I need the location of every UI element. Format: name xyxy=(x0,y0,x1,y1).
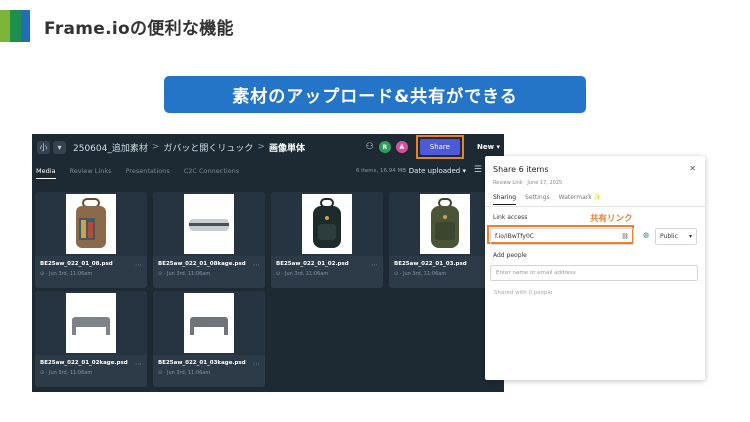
thumbnail xyxy=(153,192,265,256)
add-people-label: Add people xyxy=(493,252,527,259)
tab-presentations[interactable]: Presentations xyxy=(126,167,170,179)
file-meta: ⊙ · Jun 3rd, 11:06am xyxy=(40,271,93,277)
file-name: BE25aw_022_01_03kage.psd xyxy=(158,360,246,366)
thumbnail xyxy=(153,291,265,355)
file-name: BE25aw_022_01_08kage.psd xyxy=(158,261,246,267)
slide-title: Frame.ioの便利な機能 xyxy=(44,19,234,39)
list-view-icon[interactable]: ☰ xyxy=(474,165,482,175)
avatar[interactable]: R xyxy=(378,141,391,153)
share-button[interactable]: Share xyxy=(419,139,460,155)
share-link-field[interactable]: f.io/IBwTfy0C ⛓ xyxy=(490,228,634,245)
accent-bar-green xyxy=(0,10,10,42)
file-date: Jun 3rd, 11:06am xyxy=(166,370,211,376)
file-meta: ⊙ · Jun 3rd, 11:06am xyxy=(40,370,93,376)
tab-media[interactable]: Media xyxy=(36,167,56,179)
link-icon[interactable]: ⛓ xyxy=(621,233,629,240)
file-name: BE25aw_022_01_02kage.psd xyxy=(40,360,128,366)
file-name: BE25aw_022_01_08.psd xyxy=(40,261,113,267)
breadcrumb-separator: > xyxy=(151,142,160,152)
file-card[interactable]: BE25aw_022_01_03kage.psd ⊙ · Jun 3rd, 11… xyxy=(153,291,265,387)
file-meta: ⊙ · Jun 3rd, 11:06am xyxy=(158,271,211,277)
thumbnail xyxy=(35,192,147,256)
file-date: Jun 3rd, 11:06am xyxy=(48,271,93,277)
more-options-icon[interactable]: ⋯ xyxy=(135,261,142,269)
backpack-photo xyxy=(302,194,352,254)
visibility-dropdown[interactable]: Public ▾ xyxy=(655,228,697,245)
breadcrumb-current: 画像単体 xyxy=(268,143,305,154)
size-toggle-button[interactable]: 小 xyxy=(37,140,50,154)
share-highlight: Share xyxy=(415,135,464,159)
breadcrumb-item[interactable]: 250604_追加素材 xyxy=(73,141,148,154)
tab-sharing[interactable]: Sharing xyxy=(493,194,517,205)
file-meta: ⊙ · Jun 3rd, 11:06am xyxy=(394,271,447,277)
breadcrumb: 250604_追加素材 > ガバッと開くリュック > 画像単体 xyxy=(73,141,305,154)
top-bar: 小 ▾ 250604_追加素材 > ガバッと開くリュック > 画像単体 ⚇ R … xyxy=(32,134,504,160)
file-date: Jun 3rd, 11:06am xyxy=(166,271,211,277)
visibility-value: Public xyxy=(660,233,678,240)
link-access-label: Link access xyxy=(493,214,528,221)
file-date: Jun 3rd, 11:06am xyxy=(402,271,447,277)
backpack-photo xyxy=(66,293,116,353)
file-card[interactable]: BE25aw_022_01_02kage.psd ⊙ · Jun 3rd, 11… xyxy=(35,291,147,387)
top-actions: ⚇ R A Share New ▾ xyxy=(366,134,504,160)
breadcrumb-item[interactable]: ガバッと開くリュック xyxy=(163,141,253,154)
file-meta: ⊙ · Jun 3rd, 11:06am xyxy=(158,370,211,376)
new-button[interactable]: New ▾ xyxy=(477,143,500,151)
file-date: Jun 3rd, 11:06am xyxy=(284,271,329,277)
file-name: BE25aw_022_01_03.psd xyxy=(394,261,467,267)
more-options-icon[interactable]: ⋯ xyxy=(371,261,378,269)
more-options-icon[interactable]: ⋯ xyxy=(253,360,260,368)
breadcrumb-separator: > xyxy=(257,142,265,152)
thumbnail xyxy=(271,192,383,256)
backpack-photo xyxy=(184,194,234,254)
share-panel-subtitle: Review Link · June 17, 2025 xyxy=(493,180,563,186)
tab-watermark[interactable]: Watermark ✨ xyxy=(559,194,601,205)
tab-settings[interactable]: Settings xyxy=(525,194,550,205)
accent-bar-darkgreen xyxy=(10,10,21,42)
chevron-down-icon: ▾ xyxy=(688,233,692,240)
media-tabs: Media Review Links Presentations C2C Con… xyxy=(36,167,239,179)
more-options-icon[interactable]: ⋯ xyxy=(253,261,260,269)
shared-with-text: Shared with 0 people xyxy=(494,290,553,296)
frameio-app: 小 ▾ 250604_追加素材 > ガバッと開くリュック > 画像単体 ⚇ R … xyxy=(32,134,504,392)
share-panel-title: Share 6 items xyxy=(493,165,549,174)
divider xyxy=(485,206,705,207)
more-options-icon[interactable]: ⋯ xyxy=(135,360,142,368)
file-card[interactable]: BE25aw_022_01_02.psd ⊙ · Jun 3rd, 11:06a… xyxy=(271,192,383,288)
sort-dropdown[interactable]: Date uploaded ▾ xyxy=(409,167,466,175)
file-name: BE25aw_022_01_02.psd xyxy=(276,261,349,267)
avatar[interactable]: A xyxy=(395,141,408,153)
share-link-callout: 共有リンク xyxy=(590,214,633,224)
feature-banner: 素材のアップロード&共有ができる xyxy=(164,76,586,113)
file-meta: ⊙ · Jun 3rd, 11:06am xyxy=(276,271,329,277)
globe-icon: ◍ xyxy=(643,231,650,239)
share-link-value: f.io/IBwTfy0C xyxy=(495,233,534,240)
sort-label: Date uploaded xyxy=(408,167,461,175)
item-count: 6 items, 16.94 MB xyxy=(355,168,406,174)
email-input[interactable]: Enter name or email address xyxy=(490,265,698,281)
accent-bar-blue xyxy=(21,10,30,42)
file-date: Jun 3rd, 11:06am xyxy=(48,370,93,376)
add-person-icon[interactable]: ⚇ xyxy=(366,142,374,152)
backpack-photo xyxy=(66,194,116,254)
tab-review-links[interactable]: Review Links xyxy=(70,167,112,179)
thumbnail xyxy=(35,291,147,355)
tab-c2c-connections[interactable]: C2C Connections xyxy=(184,167,239,179)
file-card[interactable]: BE25aw_022_01_08.psd ⊙ · Jun 3rd, 11:06a… xyxy=(35,192,147,288)
file-card[interactable]: BE25aw_022_01_08kage.psd ⊙ · Jun 3rd, 11… xyxy=(153,192,265,288)
backpack-photo xyxy=(420,194,470,254)
close-icon[interactable]: ✕ xyxy=(689,164,696,173)
dropdown-icon[interactable]: ▾ xyxy=(53,140,66,154)
new-label: New xyxy=(476,143,495,151)
backpack-photo xyxy=(184,293,234,353)
share-tabs: Sharing Settings Watermark ✨ xyxy=(493,194,601,205)
